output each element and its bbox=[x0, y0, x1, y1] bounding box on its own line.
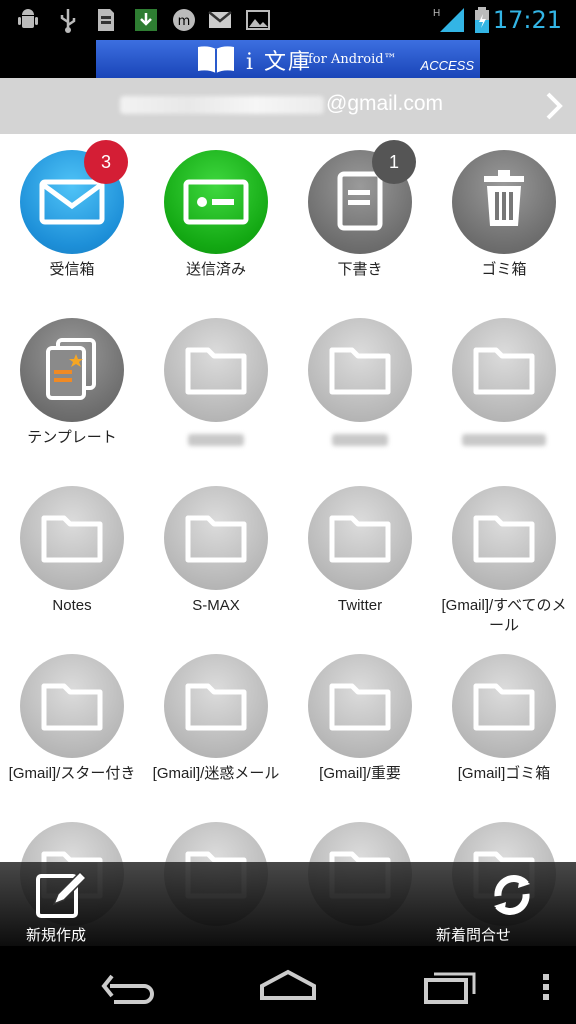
folder-sent[interactable]: 送信済み bbox=[144, 134, 288, 302]
folder-label: [Gmail]/迷惑メール bbox=[152, 765, 280, 782]
folder-redacted-2[interactable] bbox=[288, 302, 432, 470]
folder-icon bbox=[473, 515, 535, 563]
folder-grid: 3 受信箱 送信済み 1 下書き ゴミ箱 テンプレート Notes S-MAX … bbox=[0, 134, 576, 946]
action-bar: 新規作成 新着問合せ bbox=[0, 862, 576, 946]
folder-gmail-important[interactable]: [Gmail]/重要 bbox=[288, 638, 432, 806]
folder-label: 受信箱 bbox=[49, 261, 95, 278]
compose-label: 新規作成 bbox=[26, 927, 87, 944]
folder-label: 送信済み bbox=[185, 261, 246, 278]
email-redacted bbox=[120, 96, 324, 114]
folder-gmail-trash[interactable]: [Gmail]ゴミ箱 bbox=[432, 638, 576, 806]
folder-label: [Gmail]/すべてのメール bbox=[441, 597, 567, 634]
trash-icon bbox=[484, 170, 524, 226]
folder-label: ゴミ箱 bbox=[481, 261, 527, 278]
folder-icon bbox=[41, 683, 103, 731]
ad-brand: ACCESS bbox=[420, 58, 474, 73]
folder-templates[interactable]: テンプレート bbox=[0, 302, 144, 470]
ad-banner[interactable]: i 文庫 for Android™ ACCESS bbox=[96, 40, 480, 78]
check-mail-button[interactable]: 新着問合せ bbox=[436, 862, 576, 946]
account-bar[interactable]: @gmail.com bbox=[0, 78, 576, 134]
folder-twitter[interactable]: Twitter bbox=[288, 470, 432, 638]
check-mail-label: 新着問合せ bbox=[436, 927, 512, 944]
count-badge: 1 bbox=[372, 140, 416, 184]
folder-icon bbox=[329, 683, 391, 731]
folder-trash[interactable]: ゴミ箱 bbox=[432, 134, 576, 302]
clock: 17:21 bbox=[492, 6, 562, 34]
folder-smax[interactable]: S-MAX bbox=[144, 470, 288, 638]
back-icon[interactable] bbox=[98, 964, 158, 1008]
folder-icon bbox=[185, 515, 247, 563]
folder-icon bbox=[473, 683, 535, 731]
folder-notes[interactable]: Notes bbox=[0, 470, 144, 638]
unread-badge: 3 bbox=[84, 140, 128, 184]
folder-icon bbox=[329, 347, 391, 395]
folder-label: Twitter bbox=[337, 597, 383, 614]
android-debug-icon bbox=[18, 9, 38, 28]
chevron-right-icon bbox=[546, 92, 563, 120]
folder-gmail-all[interactable]: [Gmail]/すべてのメール bbox=[432, 470, 576, 638]
folder-label: [Gmail]/重要 bbox=[319, 765, 401, 782]
folder-label: [Gmail]ゴミ箱 bbox=[457, 765, 551, 782]
folder-icon bbox=[473, 347, 535, 395]
folder-label-redacted bbox=[462, 434, 546, 446]
folder-label: S-MAX bbox=[192, 597, 240, 614]
svg-text:m: m bbox=[178, 14, 191, 29]
folder-inbox[interactable]: 3 受信箱 bbox=[0, 134, 144, 302]
folder-icon bbox=[185, 347, 247, 395]
folder-gmail-starred[interactable]: [Gmail]/スター付き bbox=[0, 638, 144, 806]
folder-gmail-spam[interactable]: [Gmail]/迷惑メール bbox=[144, 638, 288, 806]
image-icon bbox=[246, 10, 270, 30]
folder-icon bbox=[329, 515, 391, 563]
signal-type: H bbox=[433, 8, 440, 19]
compose-icon bbox=[36, 870, 88, 918]
book-icon bbox=[198, 46, 234, 73]
folder-label: テンプレート bbox=[27, 429, 117, 446]
battery-icon bbox=[475, 7, 489, 33]
folder-drafts[interactable]: 1 下書き bbox=[288, 134, 432, 302]
folder-label: 下書き bbox=[337, 261, 383, 278]
folder-label-redacted bbox=[332, 434, 388, 446]
ad-title: i 文庫 bbox=[246, 50, 313, 75]
download-icon bbox=[135, 9, 157, 31]
ad-subtitle: for Android™ bbox=[308, 52, 397, 67]
recent-apps-icon[interactable] bbox=[420, 964, 480, 1008]
folder-label: Notes bbox=[52, 597, 92, 614]
compose-button[interactable]: 新規作成 bbox=[0, 862, 140, 946]
status-bar: m H 17:21 bbox=[0, 0, 576, 40]
sent-card-icon bbox=[183, 179, 249, 225]
folder-label: [Gmail]/スター付き bbox=[8, 765, 136, 782]
folder-redacted-3[interactable] bbox=[432, 302, 576, 470]
usb-icon bbox=[60, 9, 76, 33]
system-nav-bar bbox=[0, 946, 576, 1024]
home-icon[interactable] bbox=[258, 964, 318, 1008]
folder-icon bbox=[41, 515, 103, 563]
refresh-icon bbox=[494, 875, 530, 915]
menu-icon[interactable] bbox=[536, 964, 556, 1008]
folder-icon bbox=[185, 683, 247, 731]
account-email: @gmail.com bbox=[326, 92, 444, 115]
messenger-icon: m bbox=[173, 9, 195, 31]
folder-label-redacted bbox=[188, 434, 244, 446]
template-icon bbox=[46, 338, 96, 400]
sd-card-icon bbox=[98, 9, 114, 31]
folder-redacted-1[interactable] bbox=[144, 302, 288, 470]
signal-icon: H bbox=[433, 8, 464, 32]
gmail-icon bbox=[208, 11, 232, 28]
